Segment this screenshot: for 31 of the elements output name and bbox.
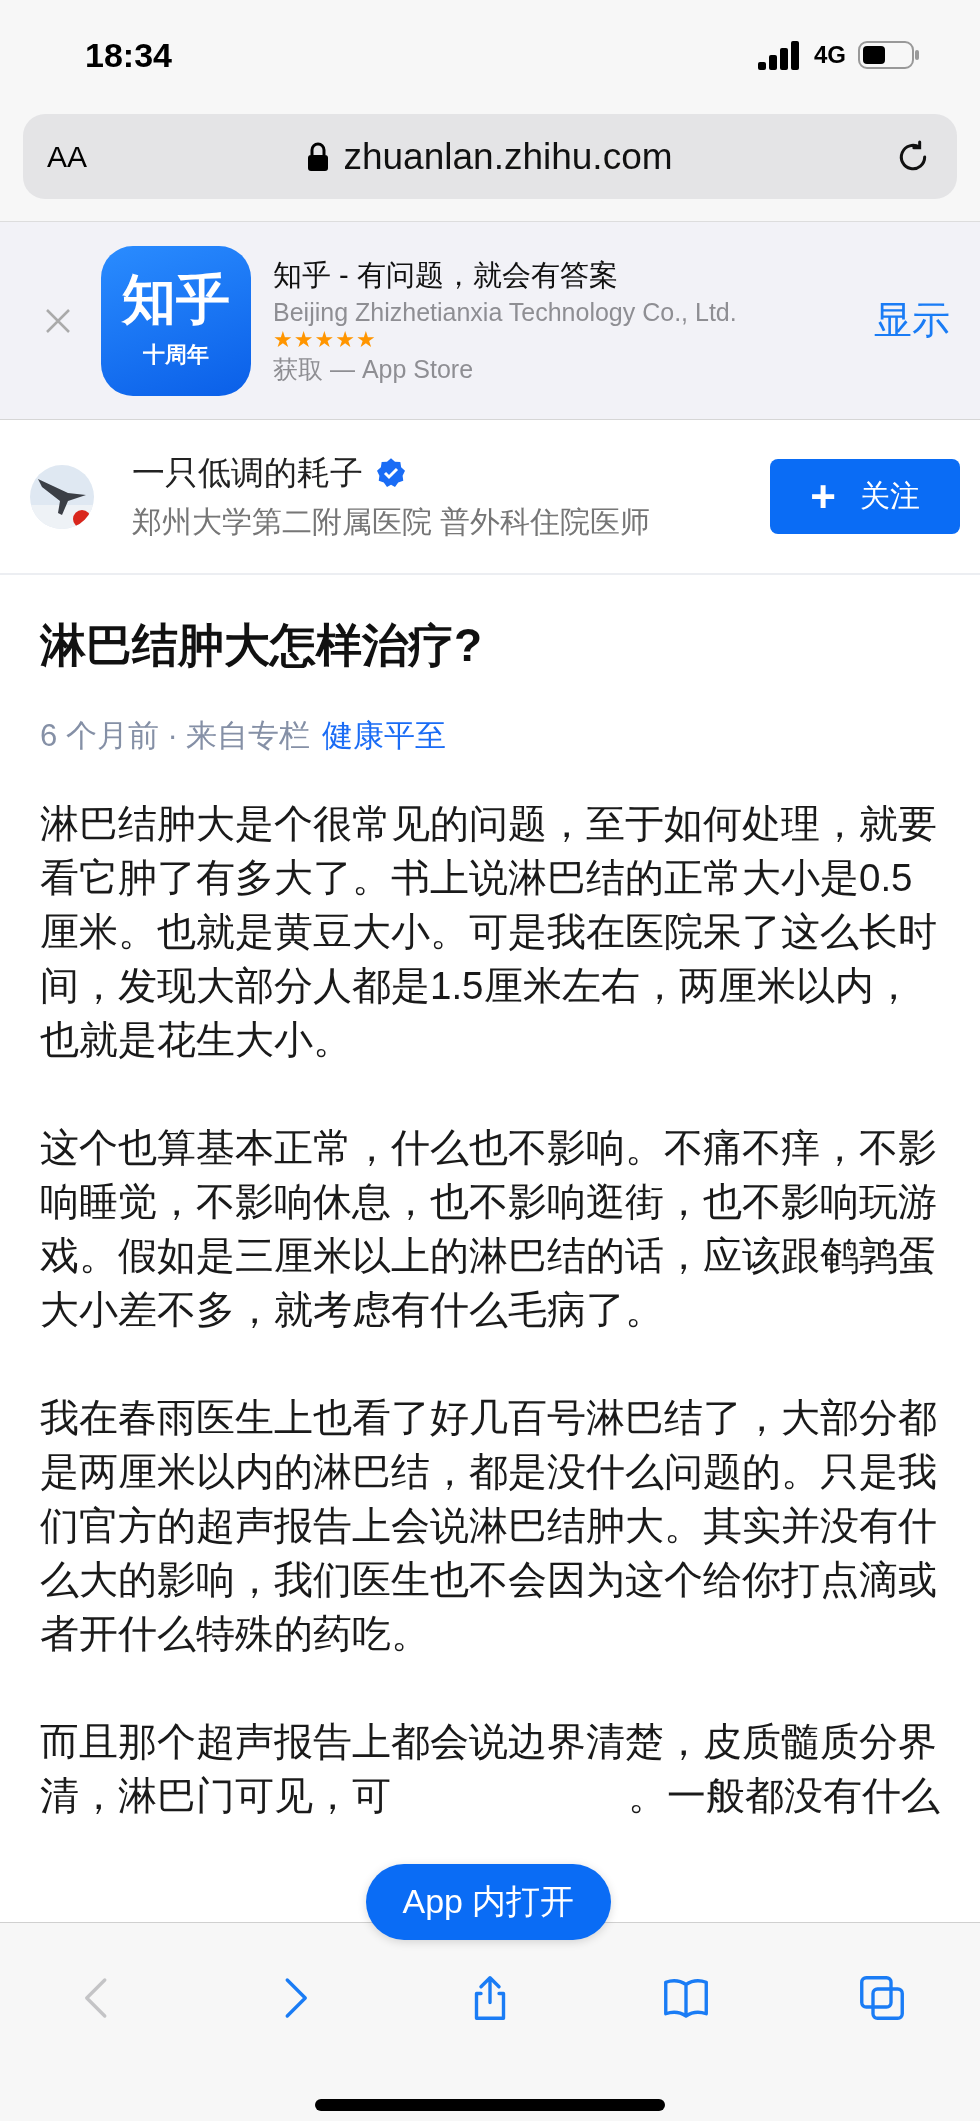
developer-name: Beijing Zhizhetianxia Technology Co., Ltd. — [273, 297, 738, 327]
battery-icon — [858, 40, 920, 70]
paragraph-fragment: 。一般都没有什么 — [628, 1773, 940, 1819]
article-paragraph: 我在春雨医生上也看了好几百号淋巴结了，大部分都是两厘米以内的淋巴结，都是没什么问题的。只是我们官方的超声报告上会说淋巴结肿大。其实并没有什么大的影响，我们医生也不会因为这个给你打点滴或者开什么特殊的药吃。 — [40, 1395, 938, 1657]
text-size-button[interactable]: AA — [47, 139, 88, 174]
signal-icon — [758, 40, 802, 70]
star-icon: ★ — [314, 328, 335, 351]
show-button[interactable]: 显示 — [874, 295, 950, 346]
star-icon: ★ — [273, 328, 293, 351]
article-paragraph: 淋巴结肿大是个很常见的问题，至于如何处理，就要看它肿了有多大了。书上说淋巴结的正常大小是0.5厘米。也就是黄豆大小。可是我在医院呆了这么长时间，发现大部分人都是1.5厘米左右，两厘米以内，也就是花生大小。 — [40, 801, 938, 1063]
author-name[interactable]: 一只低调的耗子 — [132, 450, 363, 496]
status-time: 18:34 — [85, 35, 172, 75]
article-paragraph: 这个也算基本正常，什么也不影响。不痛不痒，不影响睡觉，不影响休息，也不影响逛街，也不影响玩游戏。假如是三厘米以上的淋巴结的话，应该跟鹌鹑蛋大小差不多，就考虑有什么毛病了。 — [40, 1125, 938, 1333]
article-meta: 6 个月前 · 来自专栏 — [40, 717, 311, 755]
app-name: 知乎 - 有问题，就会有答案 — [273, 257, 619, 293]
lock-icon — [307, 141, 330, 172]
app-icon: 知乎 十周年 — [101, 245, 251, 396]
author-bio: 郑州大学第二附属医院 普外科住院医师 — [132, 503, 652, 540]
star-icon: ★ — [355, 328, 376, 351]
article-paragraph: 而且那个超声报告上都会说边界清楚，皮质髓质分界 — [40, 1719, 938, 1765]
follow-button[interactable]: + 关注 — [770, 459, 960, 534]
star-icon: ★ — [293, 328, 314, 351]
network-label: 4G — [814, 41, 846, 69]
store-label: 获取 — App Store — [273, 353, 475, 385]
column-link[interactable]: 健康平至 — [322, 715, 447, 757]
paragraph-fragment: 清，淋巴门可见，可 — [40, 1773, 391, 1819]
star-icon: ★ — [335, 328, 355, 351]
article-title: 淋巴结肿大怎样治疗? — [40, 618, 484, 673]
close-icon[interactable] — [45, 307, 71, 334]
url-text[interactable]: zhuanlan.zhihu.com — [343, 135, 673, 178]
open-in-app-button[interactable]: App 内打开 — [366, 1864, 611, 1940]
